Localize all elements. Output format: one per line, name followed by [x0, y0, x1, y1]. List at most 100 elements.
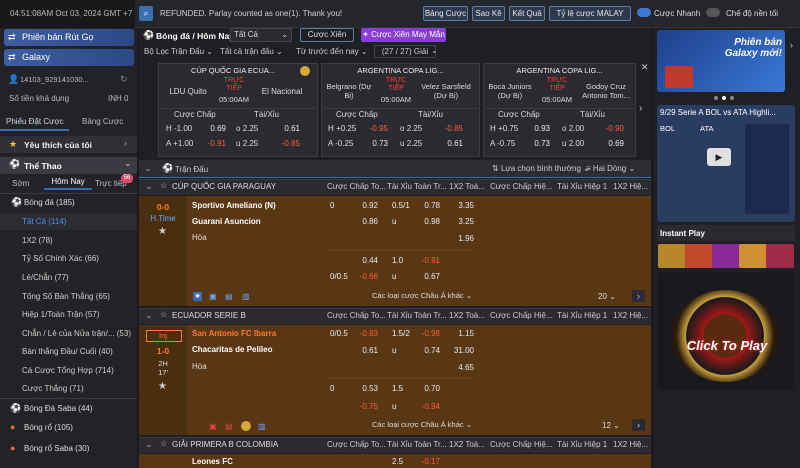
odds-value[interactable]: -0.91	[414, 256, 440, 265]
odds-value[interactable]: -0.66	[350, 272, 378, 281]
odds-value[interactable]: 3.35	[446, 201, 474, 210]
odds-value[interactable]: 0.70	[414, 384, 440, 393]
sport-saba-football[interactable]: Bóng Đá Saba (44)	[24, 404, 93, 413]
odds-value[interactable]: -0.95	[358, 124, 388, 133]
chevron-right-icon[interactable]: ›	[632, 419, 645, 431]
play-icon[interactable]: ▶	[707, 148, 731, 166]
football-label[interactable]: Bóng đá (185)	[24, 198, 75, 207]
match-filter-select[interactable]: Bộ Lọc Trận Đấu ⌄	[144, 47, 213, 56]
league-count-select[interactable]: (27 / 27) Giải	[374, 45, 436, 58]
odds-value[interactable]: 0.61	[433, 139, 463, 148]
tab-today[interactable]: Hôm Nay	[44, 176, 92, 190]
sub-item-first-last-goal[interactable]: Bàn thắng Đầu/ Cuối (40)	[22, 345, 113, 359]
odds-row[interactable]: o 2.25	[400, 124, 422, 133]
league-star-icon[interactable]: ☆	[160, 439, 167, 448]
carousel-dot[interactable]	[722, 96, 726, 100]
favorite-icon[interactable]: ★	[193, 292, 202, 301]
sports-header[interactable]	[0, 157, 137, 174]
stats-icon[interactable]: ▤	[225, 422, 233, 431]
sport-saba-basketball[interactable]: Bóng rổ Saba (30)	[24, 444, 89, 453]
statement-button[interactable]: Sao Kê	[472, 6, 505, 21]
lucky-parlay-button[interactable]: ✦ Cược Xiên May Mắn	[361, 28, 446, 42]
odds-value[interactable]: -0.85	[270, 139, 300, 148]
chevron-right-icon[interactable]: ›	[790, 40, 793, 50]
field-icon[interactable]: ▣	[209, 292, 217, 301]
sort-select[interactable]: ⇅ Lựa chọn bình thường ⌄	[492, 164, 590, 173]
refresh-icon[interactable]: ↻	[120, 74, 128, 85]
rows-select[interactable]: ≡ Hai Dòng ⌄	[586, 164, 635, 173]
more-bets-count[interactable]: 20 ⌄	[598, 292, 616, 301]
odds-value[interactable]: 0.61	[350, 346, 378, 355]
odds-value[interactable]: 3.25	[446, 217, 474, 226]
results-button[interactable]: Kết Quả	[509, 6, 545, 21]
market-filter-select[interactable]: Tất Cả ⌄	[230, 28, 292, 42]
odds-row[interactable]: H -1.00	[166, 124, 192, 133]
odds-row[interactable]: u 2.25	[236, 139, 258, 148]
odds-row[interactable]: o 2.25	[236, 124, 258, 133]
league-star-icon[interactable]: ☆	[160, 310, 167, 319]
odds-value[interactable]: -0.83	[350, 329, 378, 338]
odds-row[interactable]: o 2.00	[562, 124, 584, 133]
favorite-star-icon[interactable]: ★	[158, 381, 167, 392]
odds-row[interactable]: A -0.75	[490, 139, 515, 148]
favorite-star-icon[interactable]: ★	[158, 226, 167, 237]
odds-value[interactable]: 4.65	[446, 363, 474, 372]
info-icon[interactable]	[241, 421, 251, 431]
info-icon[interactable]	[300, 66, 310, 76]
odds-value[interactable]: 0.69	[594, 139, 624, 148]
field-icon[interactable]: ▣	[209, 422, 217, 431]
odds-value[interactable]: 0.78	[414, 201, 440, 210]
collapse-icon[interactable]: ⌄	[144, 163, 152, 174]
game-tile[interactable]	[712, 244, 740, 268]
sub-item-1x2[interactable]: 1X2 (78)	[22, 234, 53, 248]
sub-item-half-odd-even[interactable]: Chẵn / Lẻ của Nửa trận/... (53)	[22, 327, 131, 341]
bet-list-button[interactable]: Bảng Cược	[423, 6, 468, 21]
sub-item-total-goals[interactable]: Tổng Số Bàn Thắng (65)	[22, 290, 110, 304]
odds-value[interactable]: 1.96	[446, 234, 474, 243]
carousel-dot[interactable]	[714, 96, 718, 100]
tab-early[interactable]: Sớm	[12, 179, 29, 188]
odds-value[interactable]: 0.86	[350, 217, 378, 226]
odds-value[interactable]: -0.85	[433, 124, 463, 133]
game-tile[interactable]	[766, 244, 794, 268]
odds-value[interactable]: -0.91	[196, 139, 226, 148]
odds-row[interactable]: A -0.25	[328, 139, 353, 148]
chart-icon[interactable]: ▥	[242, 292, 250, 301]
odds-row[interactable]: u 2.25	[400, 139, 422, 148]
odds-value[interactable]: 0.44	[350, 256, 378, 265]
search-icon[interactable]: ⌕	[139, 6, 153, 21]
odds-value[interactable]: -0.90	[594, 124, 624, 133]
odds-value[interactable]: 0.93	[520, 124, 550, 133]
game-tile[interactable]	[739, 244, 767, 268]
parlay-button[interactable]: Cược Xiên	[300, 28, 354, 42]
promo-galaxy[interactable]: Galaxy	[4, 49, 134, 66]
game-tile[interactable]	[658, 244, 686, 268]
promo-lite-version[interactable]: Phiên bản Rút Gọ	[4, 29, 134, 46]
close-icon[interactable]: ✕	[641, 62, 649, 73]
sub-item-mix-parlay[interactable]: Cá Cược Tổng Hợp (714)	[22, 364, 114, 378]
odds-value[interactable]: 0.73	[358, 139, 388, 148]
odds-value[interactable]: 31.00	[446, 346, 474, 355]
dark-mode-toggle[interactable]	[706, 8, 720, 17]
odds-value[interactable]: 1.15	[446, 329, 474, 338]
odds-value[interactable]: 0.92	[350, 201, 378, 210]
tab-bet-slip[interactable]: Phiếu Đặt Cược	[0, 115, 69, 131]
more-bets-link[interactable]: Các loại cược Châu Á khác ⌄	[372, 420, 472, 429]
odds-value[interactable]: 0.98	[414, 217, 440, 226]
odds-row[interactable]: A +1.00	[166, 139, 193, 148]
odds-value[interactable]: -0.94	[414, 402, 440, 411]
odds-value[interactable]: -0.98	[414, 329, 440, 338]
sub-item-all[interactable]: Tất Cả (114)	[22, 215, 66, 229]
sub-item-half-full[interactable]: Hiệp 1/Toàn Trận (57)	[22, 308, 99, 322]
odds-row[interactable]: H +0.25	[328, 124, 356, 133]
odds-row[interactable]: H +0.75	[490, 124, 518, 133]
league-star-icon[interactable]: ☆	[160, 181, 167, 190]
sub-item-correct-score[interactable]: Tỷ Số Chính Xác (66)	[22, 252, 99, 266]
odds-value[interactable]: -0.75	[350, 402, 378, 411]
odds-value[interactable]: 0.53	[350, 384, 378, 393]
stats-icon[interactable]: ▤	[225, 292, 233, 301]
odds-value[interactable]: 0.69	[196, 124, 226, 133]
time-range-select[interactable]: Từ trước đến nay ⌄	[296, 47, 368, 56]
tab-bet-list[interactable]: Bảng Cược	[72, 115, 134, 131]
sport-basketball[interactable]: Bóng rổ (105)	[24, 423, 73, 432]
